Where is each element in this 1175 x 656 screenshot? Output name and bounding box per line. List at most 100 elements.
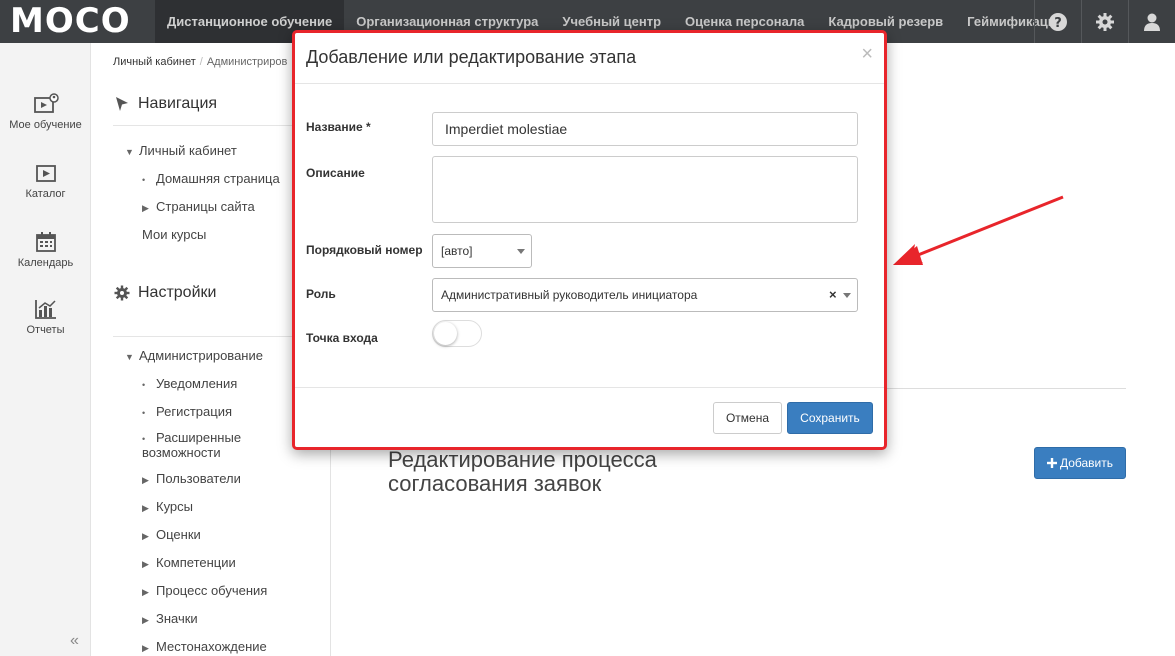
nav-personal-account[interactable]: ▼ Личный кабинет bbox=[125, 143, 237, 158]
nav-learning-process[interactable]: ▶ Процесс обучения bbox=[142, 583, 267, 598]
moco-logo[interactable]: MOCO bbox=[10, 2, 140, 40]
top-icons: ? bbox=[1034, 0, 1175, 43]
nav-home-page[interactable]: • Домашняя страница bbox=[142, 171, 280, 186]
expand-marker-icon: ▼ bbox=[125, 147, 134, 157]
nav-competencies[interactable]: ▶ Компетенции bbox=[142, 555, 236, 570]
collapsed-marker-icon: ▶ bbox=[142, 503, 149, 513]
settings-section-title: Настройки bbox=[114, 284, 216, 302]
leftbar-my-learning-label: Мое обучение bbox=[9, 119, 82, 131]
nav-courses[interactable]: ▶ Курсы bbox=[142, 499, 193, 514]
chevron-down-icon bbox=[517, 249, 525, 254]
page-title-line1: Редактирование процесса bbox=[388, 447, 657, 472]
order-number-select[interactable]: [авто] bbox=[432, 234, 532, 268]
modal-footer-divider bbox=[295, 387, 884, 388]
expand-marker-icon: ▼ bbox=[125, 352, 134, 362]
collapsed-marker-icon: ▶ bbox=[142, 531, 149, 541]
nav-item-label: Процесс обучения bbox=[156, 583, 268, 598]
chevron-down-icon bbox=[843, 293, 851, 298]
stage-edit-modal: Добавление или редактирование этапа × На… bbox=[292, 30, 887, 450]
gear-icon bbox=[114, 285, 130, 301]
leftbar-reports[interactable]: Отчеты bbox=[0, 298, 91, 336]
collapsed-marker-icon: ▶ bbox=[142, 203, 149, 213]
close-icon[interactable]: × bbox=[861, 43, 873, 66]
breadcrumb-administration[interactable]: Администриров bbox=[207, 56, 288, 68]
nav-registration[interactable]: • Регистрация bbox=[142, 404, 232, 419]
entry-point-toggle[interactable] bbox=[432, 320, 482, 347]
nav-advanced-features[interactable]: • Расширенные возможности bbox=[142, 431, 241, 459]
role-label: Роль bbox=[306, 287, 336, 301]
modal-header: Добавление или редактирование этапа × bbox=[295, 33, 884, 84]
description-field[interactable] bbox=[432, 156, 858, 223]
leftbar-reports-label: Отчеты bbox=[26, 324, 65, 336]
name-label: Название * bbox=[306, 120, 371, 134]
order-number-value: [авто] bbox=[441, 244, 473, 258]
nav-notifications[interactable]: • Уведомления bbox=[142, 376, 237, 391]
page-title: Редактирование процесса согласования зая… bbox=[388, 448, 657, 496]
toggle-knob bbox=[434, 322, 457, 345]
gear-icon[interactable] bbox=[1081, 0, 1128, 43]
nav-item-label: Регистрация bbox=[156, 404, 232, 419]
nav-item-label: Оценки bbox=[156, 527, 201, 542]
bullet-icon: • bbox=[142, 408, 146, 418]
page-title-line2: согласования заявок bbox=[388, 471, 602, 496]
nav-item-label: Компетенции bbox=[156, 555, 236, 570]
collapse-sidebar-icon[interactable]: « bbox=[70, 632, 79, 650]
nav-item-label-line2: возможности bbox=[142, 445, 221, 460]
add-button[interactable]: Добавить bbox=[1034, 447, 1126, 479]
my-learning-icon bbox=[33, 93, 59, 113]
nav-item-label: Администрирование bbox=[139, 348, 263, 363]
calendar-icon bbox=[35, 232, 56, 252]
navigation-title: Навигация bbox=[138, 95, 218, 112]
nav-site-pages[interactable]: ▶ Страницы сайта bbox=[142, 199, 255, 214]
catalog-icon bbox=[35, 165, 56, 182]
nav-badges[interactable]: ▶ Значки bbox=[142, 611, 198, 626]
navigation-section-title: Навигация bbox=[114, 95, 217, 113]
breadcrumb: Личный кабинет / Администриров bbox=[113, 56, 288, 68]
plus-icon bbox=[1046, 458, 1057, 468]
nav-item-label: Местонахождение bbox=[156, 639, 267, 654]
collapsed-marker-icon: ▶ bbox=[142, 587, 149, 597]
bullet-icon: • bbox=[142, 380, 146, 390]
nav-item-label: Курсы bbox=[156, 499, 194, 514]
nav-my-courses[interactable]: Мои курсы bbox=[142, 227, 206, 242]
breadcrumb-personal-account[interactable]: Личный кабинет bbox=[113, 56, 196, 68]
leftbar-catalog[interactable]: Каталог bbox=[0, 164, 91, 200]
clear-icon[interactable]: × bbox=[829, 287, 837, 302]
name-field[interactable] bbox=[432, 112, 858, 146]
user-icon[interactable] bbox=[1128, 0, 1175, 43]
modal-title: Добавление или редактирование этапа bbox=[306, 47, 637, 67]
cancel-button[interactable]: Отмена bbox=[713, 402, 782, 434]
collapsed-marker-icon: ▶ bbox=[142, 615, 149, 625]
help-icon[interactable]: ? bbox=[1034, 0, 1081, 43]
reports-icon bbox=[34, 300, 56, 319]
nav-item-label: Личный кабинет bbox=[139, 143, 237, 158]
description-label: Описание bbox=[306, 166, 365, 180]
nav-location[interactable]: ▶ Местонахождение bbox=[142, 639, 267, 654]
svg-text:?: ? bbox=[1054, 16, 1062, 31]
nav-item-label: Страницы сайта bbox=[156, 199, 255, 214]
role-value: Административный руководитель инициатора bbox=[441, 288, 698, 302]
nav-item-label: Мои курсы bbox=[142, 227, 207, 242]
collapsed-marker-icon: ▶ bbox=[142, 475, 149, 485]
nav-grades[interactable]: ▶ Оценки bbox=[142, 527, 201, 542]
nav-item-label: Домашняя страница bbox=[156, 171, 280, 186]
leftbar-catalog-label: Каталог bbox=[25, 188, 66, 200]
leftbar-calendar[interactable]: Календарь bbox=[0, 231, 91, 269]
settings-title: Настройки bbox=[138, 284, 217, 301]
cursor-arrow-icon bbox=[116, 97, 128, 111]
leftbar-my-learning[interactable]: Мое обучение bbox=[0, 93, 91, 131]
collapsed-marker-icon: ▶ bbox=[142, 643, 149, 653]
order-number-label: Порядковый номер bbox=[306, 243, 423, 257]
bullet-icon: • bbox=[142, 175, 146, 185]
nav-item-label: Значки bbox=[156, 611, 198, 626]
save-button[interactable]: Сохранить bbox=[787, 402, 873, 434]
collapsed-marker-icon: ▶ bbox=[142, 559, 149, 569]
add-button-label: Добавить bbox=[1059, 456, 1114, 470]
nav-item-label: Расширенные bbox=[156, 430, 242, 445]
role-select[interactable]: Административный руководитель инициатора… bbox=[432, 278, 858, 312]
nav-users[interactable]: ▶ Пользователи bbox=[142, 471, 241, 486]
nav-item-label: Уведомления bbox=[156, 376, 238, 391]
entry-point-label: Точка входа bbox=[306, 331, 378, 345]
nav-administration[interactable]: ▼ Администрирование bbox=[125, 348, 263, 363]
left-icon-bar: Мое обучение Каталог Календарь Отчеты « bbox=[0, 43, 91, 656]
